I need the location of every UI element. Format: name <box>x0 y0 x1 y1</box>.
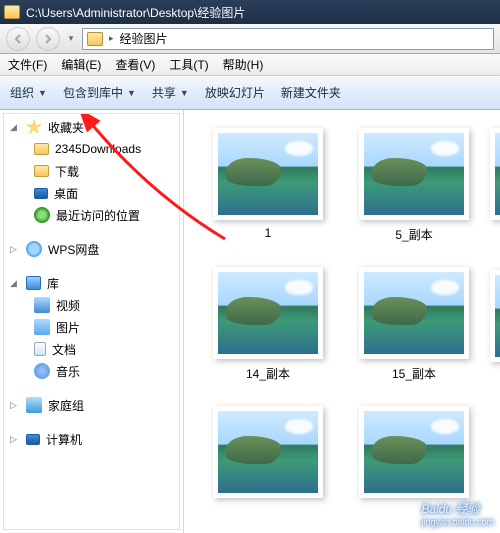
folder-icon <box>4 5 20 19</box>
sidebar-item-documents[interactable]: 文档 <box>0 338 183 360</box>
file-item[interactable]: 5_副本 <box>344 128 484 243</box>
computer-icon <box>26 434 40 445</box>
menu-file[interactable]: 文件(F) <box>8 56 47 73</box>
file-view[interactable]: 1 5_副本 14_副本 15_副本 <box>184 110 500 533</box>
homegroup-icon <box>26 397 42 413</box>
sidebar-homegroup[interactable]: ▷家庭组 <box>0 394 183 416</box>
organize-button[interactable]: 组织▼ <box>10 84 47 101</box>
folder-icon <box>34 165 49 177</box>
sidebar-item-recent[interactable]: 最近访问的位置 <box>0 204 183 226</box>
menu-tools[interactable]: 工具(T) <box>169 56 208 73</box>
folder-icon <box>34 143 49 155</box>
thumbnail <box>213 128 323 220</box>
sidebar-favorites-label: 收藏夹 <box>48 119 84 136</box>
expand-icon[interactable]: ▷ <box>10 244 20 255</box>
include-in-library-button[interactable]: 包含到库中▼ <box>63 84 136 101</box>
file-name: 14_副本 <box>246 365 290 382</box>
window-title-path: C:\Users\Administrator\Desktop\经验图片 <box>26 4 245 21</box>
navigation-pane: ◢ 收藏夹 2345Downloads 下载 桌面 最近访问的位置 ▷WPS网盘… <box>0 110 184 533</box>
chevron-down-icon: ▼ <box>180 88 189 98</box>
file-name: 15_副本 <box>392 365 436 382</box>
thumbnail <box>213 267 323 359</box>
sidebar-item-video[interactable]: 视频 <box>0 294 183 316</box>
sidebar-item-pictures[interactable]: 图片 <box>0 316 183 338</box>
file-item[interactable] <box>344 406 484 498</box>
collapse-icon[interactable]: ◢ <box>10 122 20 133</box>
back-button[interactable] <box>6 27 30 51</box>
thumbnail <box>359 128 469 220</box>
window-titlebar: C:\Users\Administrator\Desktop\经验图片 <box>0 0 500 24</box>
file-item[interactable]: 15_副本 <box>344 267 484 382</box>
file-name: 5_副本 <box>395 226 432 243</box>
sidebar-wps[interactable]: ▷WPS网盘 <box>0 238 183 260</box>
menu-bar: 文件(F) 编辑(E) 查看(V) 工具(T) 帮助(H) <box>0 54 500 76</box>
share-button[interactable]: 共享▼ <box>152 84 189 101</box>
command-toolbar: 组织▼ 包含到库中▼ 共享▼ 放映幻灯片 新建文件夹 <box>0 76 500 110</box>
file-item[interactable]: 14_副本 <box>198 267 338 382</box>
documents-icon <box>34 342 46 356</box>
expand-icon[interactable]: ▷ <box>10 400 20 411</box>
menu-edit[interactable]: 编辑(E) <box>61 56 101 73</box>
cloud-icon <box>26 241 42 257</box>
video-icon <box>34 297 50 313</box>
menu-view[interactable]: 查看(V) <box>115 56 155 73</box>
sidebar-item-downloads[interactable]: 下载 <box>0 160 183 182</box>
thumbnail <box>359 406 469 498</box>
file-item-partial[interactable] <box>490 128 500 220</box>
chevron-down-icon: ▼ <box>38 88 47 98</box>
menu-help[interactable]: 帮助(H) <box>223 56 264 73</box>
expand-icon[interactable]: ▷ <box>10 434 20 445</box>
collapse-icon[interactable]: ◢ <box>10 278 20 289</box>
history-dropdown-icon[interactable]: ▾ <box>66 27 76 51</box>
recent-icon <box>34 207 50 223</box>
sidebar-item-music[interactable]: 音乐 <box>0 360 183 382</box>
slideshow-button[interactable]: 放映幻灯片 <box>205 84 265 101</box>
main-area: ◢ 收藏夹 2345Downloads 下载 桌面 最近访问的位置 ▷WPS网盘… <box>0 110 500 533</box>
star-icon <box>26 119 42 135</box>
thumbnail <box>359 267 469 359</box>
desktop-icon <box>34 188 48 199</box>
nav-toolbar: ▾ ▸ 经验图片 <box>0 24 500 54</box>
sidebar-item-desktop[interactable]: 桌面 <box>0 182 183 204</box>
library-icon <box>26 276 41 290</box>
address-current-folder[interactable]: 经验图片 <box>120 30 168 47</box>
new-folder-button[interactable]: 新建文件夹 <box>281 84 341 101</box>
chevron-down-icon: ▼ <box>127 88 136 98</box>
file-item[interactable]: 1 <box>198 128 338 243</box>
music-icon <box>34 363 50 379</box>
address-bar[interactable]: ▸ 经验图片 <box>82 28 494 50</box>
pictures-icon <box>34 319 50 335</box>
thumbnail <box>213 406 323 498</box>
folder-icon <box>87 32 103 46</box>
file-name: 1 <box>265 226 272 240</box>
sidebar-libraries[interactable]: ◢库 <box>0 272 183 294</box>
sidebar-computer[interactable]: ▷计算机 <box>0 428 183 450</box>
breadcrumb-sep-icon[interactable]: ▸ <box>109 33 114 44</box>
forward-button[interactable] <box>36 27 60 51</box>
sidebar-item-2345downloads[interactable]: 2345Downloads <box>0 138 183 160</box>
sidebar-favorites[interactable]: ◢ 收藏夹 <box>0 116 183 138</box>
file-item-partial[interactable] <box>490 270 500 362</box>
file-item[interactable] <box>198 406 338 498</box>
